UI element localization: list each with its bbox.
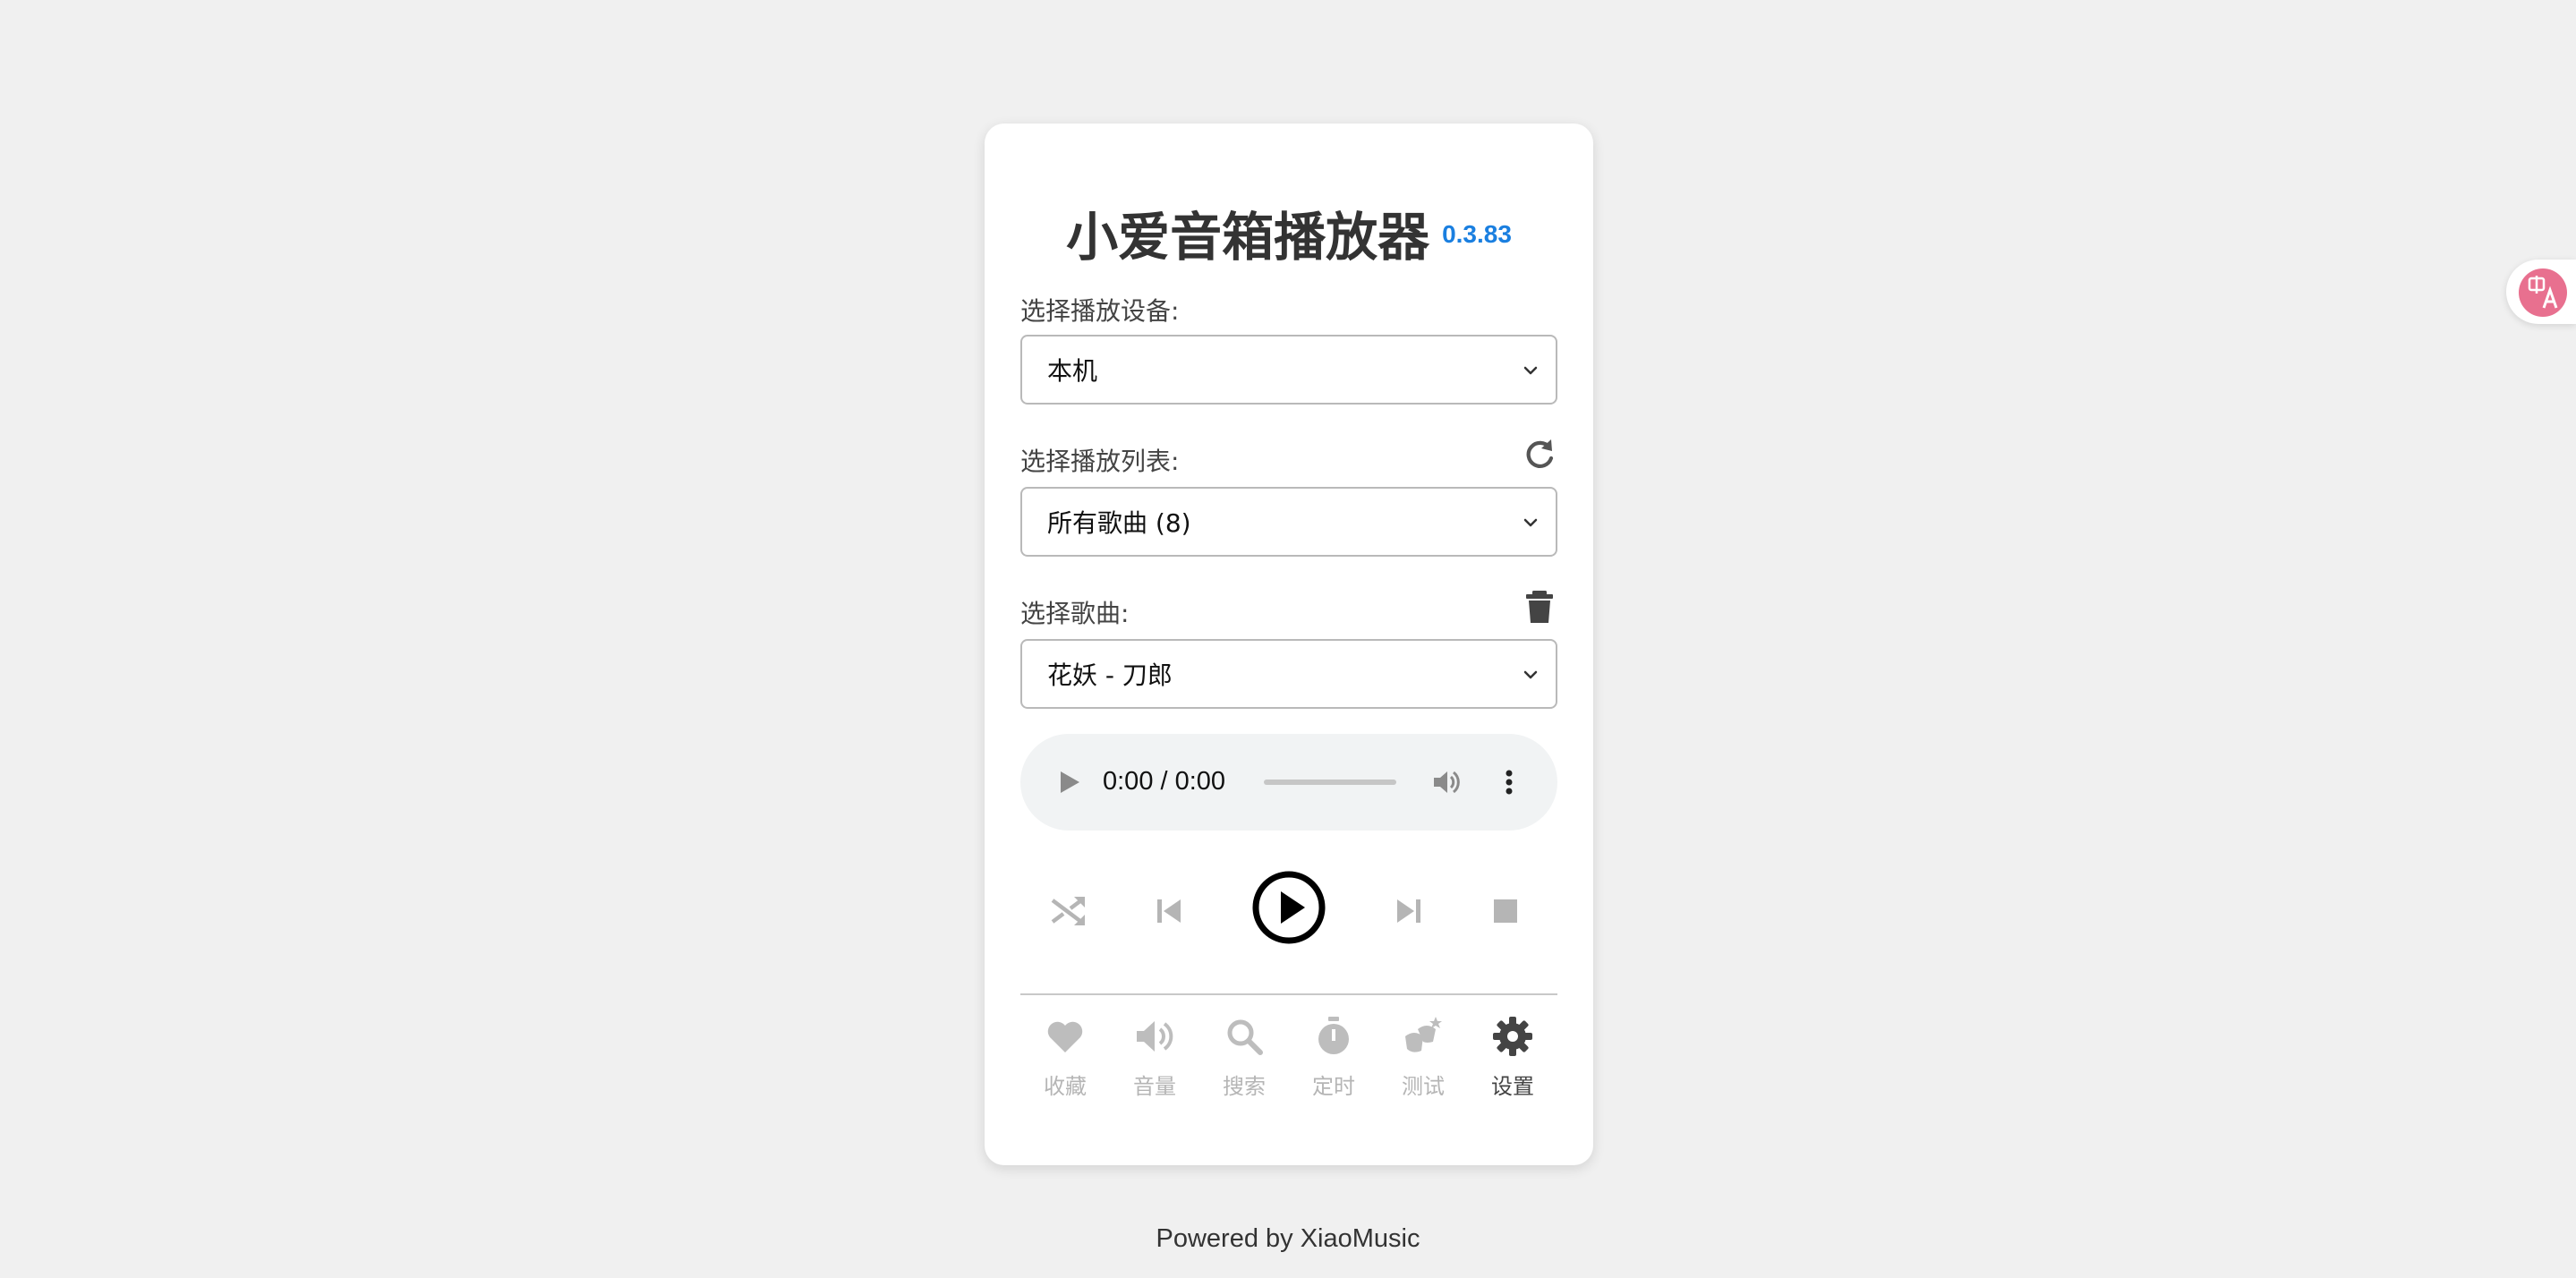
playlist-select-value: 所有歌曲 (8) [1047, 508, 1191, 538]
more-options-icon[interactable] [1493, 766, 1525, 798]
chevron-down-icon [1523, 366, 1538, 375]
gear-icon [1493, 1017, 1532, 1056]
header: 小爱音箱播放器 0.3.83 [985, 195, 1593, 270]
version-link[interactable]: 0.3.83 [1442, 220, 1512, 248]
skip-next-icon[interactable] [1393, 895, 1425, 927]
nav-label: 收藏 [1044, 1074, 1087, 1099]
player-card: 小爱音箱播放器 0.3.83 选择播放设备: 本机 选择播放列表: 所有歌曲 (8… [985, 124, 1593, 1165]
nav-item-volume[interactable]: 音量 [1110, 1015, 1199, 1100]
test-icon [1405, 1017, 1442, 1052]
stop-icon[interactable] [1491, 897, 1520, 925]
volume-icon [1137, 1021, 1173, 1052]
refresh-icon[interactable] [1522, 437, 1557, 473]
translate-button[interactable] [2506, 260, 2576, 324]
device-select-value: 本机 [1047, 356, 1098, 386]
audio-progress-slider[interactable] [1264, 780, 1396, 785]
playlist-select[interactable]: 所有歌曲 (8) [1020, 487, 1557, 557]
trash-icon[interactable] [1522, 589, 1557, 625]
audio-play-icon[interactable] [1058, 770, 1081, 795]
skip-previous-icon[interactable] [1153, 895, 1185, 927]
audio-volume-icon[interactable] [1430, 766, 1463, 798]
timer-icon [1318, 1017, 1349, 1054]
nav-item-search[interactable]: 搜索 [1199, 1015, 1289, 1100]
song-select-value: 花妖 - 刀郎 [1047, 660, 1173, 690]
divider [1020, 993, 1557, 995]
nav-label: 定时 [1312, 1074, 1355, 1099]
song-select[interactable]: 花妖 - 刀郎 [1020, 639, 1557, 709]
chevron-down-icon [1523, 518, 1538, 527]
page-title: 小爱音箱播放器 [1066, 207, 1430, 268]
audio-player: 0:00 / 0:00 [1020, 734, 1557, 831]
nav-item-test[interactable]: 测试 [1378, 1015, 1468, 1100]
nav-item-settings[interactable]: 设置 [1468, 1015, 1557, 1100]
chevron-down-icon [1523, 670, 1538, 679]
nav-item-favorites[interactable]: 收藏 [1020, 1015, 1110, 1100]
footer: Powered by XiaoMusic [1156, 1224, 1420, 1253]
device-label: 选择播放设备: [1020, 296, 1180, 326]
device-select[interactable]: 本机 [1020, 335, 1557, 405]
song-label: 选择歌曲: [1020, 599, 1130, 628]
play-circle-icon[interactable] [1251, 870, 1326, 945]
shuffle-icon[interactable] [1049, 891, 1088, 931]
nav-label: 测试 [1402, 1074, 1445, 1099]
nav-label: 搜索 [1223, 1074, 1266, 1099]
audio-time: 0:00 / 0:00 [1103, 767, 1226, 796]
playlist-label: 选择播放列表: [1020, 447, 1180, 476]
translate-icon [2519, 268, 2567, 317]
search-icon [1227, 1019, 1263, 1055]
nav-label: 音量 [1133, 1074, 1176, 1099]
heart-icon [1047, 1021, 1083, 1052]
nav-item-timer[interactable]: 定时 [1289, 1015, 1378, 1100]
nav-label: 设置 [1491, 1074, 1534, 1099]
